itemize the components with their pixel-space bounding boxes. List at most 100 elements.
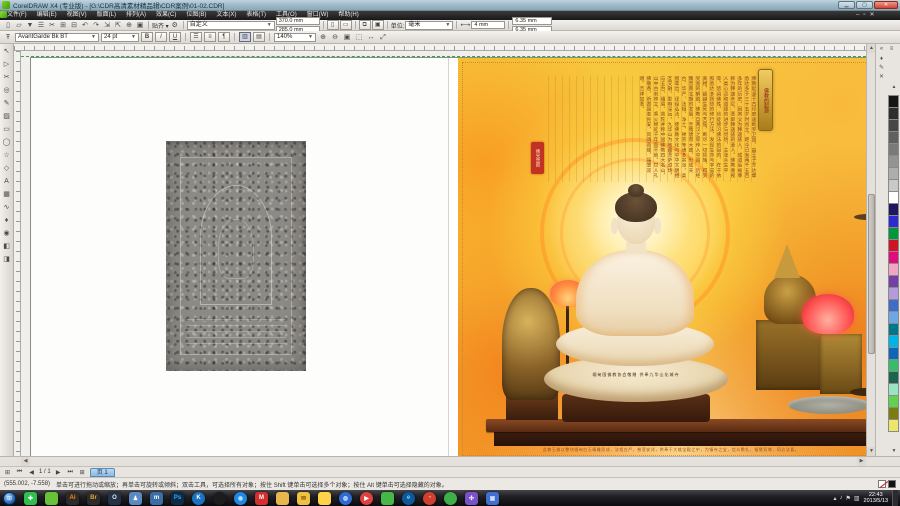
menu-item[interactable]: 视图(V)	[62, 11, 92, 20]
docker-brush-icon[interactable]: ✎	[877, 64, 886, 73]
app-360-safe[interactable]: ✚	[24, 492, 37, 505]
menu-item[interactable]: 位图(B)	[181, 11, 211, 20]
page-tab[interactable]: 页 1	[90, 468, 115, 477]
import-icon[interactable]: ⇲	[102, 21, 112, 30]
minimize-button[interactable]: ▁	[838, 1, 855, 9]
freehand-tool[interactable]: ✎	[1, 98, 13, 110]
text-tool[interactable]: A	[1, 176, 13, 188]
print-icon[interactable]: ☰	[36, 21, 46, 30]
tray-volume-icon[interactable]: ♪	[839, 495, 842, 502]
app-ie[interactable]: e	[402, 492, 415, 505]
bold-button[interactable]: B	[141, 32, 153, 42]
app-folder[interactable]	[276, 492, 289, 505]
vertical-ruler[interactable]	[14, 51, 21, 456]
menu-item[interactable]: 文本(X)	[211, 11, 241, 20]
horizontal-ruler[interactable]	[14, 44, 866, 51]
interactive-fill-tool[interactable]: ◨	[1, 254, 13, 266]
pick-tool[interactable]: ↖	[1, 46, 13, 58]
tray-up-arrow-icon[interactable]: ▴	[833, 495, 836, 502]
palette-scroll-up-icon[interactable]: ▲	[888, 84, 900, 90]
close-button[interactable]: ✕	[874, 1, 898, 9]
palette-scroll-down-icon[interactable]: ▼	[888, 448, 900, 454]
zoom-selected-icon[interactable]: ▣	[342, 33, 352, 42]
portrait-button[interactable]: ▯	[327, 20, 339, 30]
first-page-icon[interactable]: ⏮	[15, 469, 24, 476]
app-m-red[interactable]: M	[255, 492, 268, 505]
app-office[interactable]: O	[108, 492, 121, 505]
app-browser-360[interactable]: ◔	[423, 492, 436, 505]
rectangle-tool[interactable]: ▭	[1, 124, 13, 136]
docker-collapse-icon[interactable]: «	[877, 45, 886, 54]
show-desktop-button[interactable]	[892, 490, 898, 506]
shape-tool[interactable]: ▷	[1, 59, 13, 71]
doc-minimize-button[interactable]: –	[856, 11, 859, 20]
app-illustrator[interactable]: Ai	[66, 492, 79, 505]
basic-shapes-tool[interactable]: ◇	[1, 163, 13, 175]
app-my-computer[interactable]: ▣	[486, 492, 499, 505]
docker-close-icon[interactable]: ✕	[877, 73, 886, 82]
docker-menu-icon[interactable]: ≡	[887, 45, 896, 54]
units-dropdown[interactable]: 毫米▼	[405, 21, 453, 30]
app-green-circle[interactable]	[444, 492, 457, 505]
page-right-artwork[interactable]: 佛教起源于古印度迦毗罗卫国，由王子乔达摩悉达多于三十五岁时创立，距今已有两千五百…	[458, 58, 866, 456]
font-size-dropdown[interactable]: 24 pt▼	[101, 33, 139, 42]
page-spread[interactable]: 佛教起源于古印度迦毗罗卫国，由王子乔达摩悉达多于三十五岁时创立，距今已有两千五百…	[30, 57, 866, 456]
page-left[interactable]	[31, 58, 449, 456]
taskbar-clock[interactable]: 22:43 2013/5/13	[864, 492, 888, 504]
all-pages-button[interactable]: ⧉	[359, 20, 371, 30]
new-document-icon[interactable]: ▯	[3, 21, 13, 30]
alignment-button[interactable]: ☰	[190, 32, 202, 42]
app-bird-green[interactable]	[381, 492, 394, 505]
app-player[interactable]: ▶	[360, 492, 373, 505]
last-page-icon[interactable]: ⏭	[66, 469, 75, 476]
add-page-icon[interactable]: ⊞	[3, 469, 12, 476]
ellipse-tool[interactable]: ◯	[1, 137, 13, 149]
app-globe[interactable]: ◍	[339, 492, 352, 505]
app-bridge[interactable]: Br	[87, 492, 100, 505]
app-photoshop[interactable]: Ps	[171, 492, 184, 505]
app-mail[interactable]: ✉	[297, 492, 310, 505]
nudge-field[interactable]: 4 mm	[471, 21, 505, 29]
polygon-tool[interactable]: ☆	[1, 150, 13, 162]
zoom-page-width-icon[interactable]: ↔	[366, 33, 376, 42]
undo-icon[interactable]: ↶	[80, 21, 90, 30]
app-people[interactable]: ♟	[129, 492, 142, 505]
menu-item[interactable]: 编辑(E)	[32, 11, 62, 20]
blend-tool[interactable]: ∿	[1, 202, 13, 214]
menu-item[interactable]: 排列(A)	[121, 11, 151, 20]
fill-tool[interactable]: ◧	[1, 241, 13, 253]
welcome-screen-icon[interactable]: ▣	[135, 21, 145, 30]
vertical-scroll-thumb[interactable]	[868, 194, 875, 354]
app-360-leaf[interactable]	[45, 492, 58, 505]
app-folder-m[interactable]: m	[150, 492, 163, 505]
menu-item[interactable]: 帮助(H)	[333, 11, 363, 20]
eyedropper-tool[interactable]: ♦	[1, 215, 13, 227]
landscape-button[interactable]: ▭	[340, 20, 352, 30]
zoom-all-icon[interactable]: ⬚	[354, 33, 364, 42]
scroll-left-icon[interactable]: ◀	[21, 457, 30, 466]
tray-flag-icon[interactable]: ⚑	[845, 495, 850, 502]
options-icon[interactable]: ⚙	[170, 21, 180, 30]
menu-item[interactable]: 效果(C)	[151, 11, 181, 20]
zoom-out-icon[interactable]: ⊖	[330, 33, 340, 42]
drop-cap-button[interactable]: ¶	[218, 32, 230, 42]
open-icon[interactable]: ▱	[14, 21, 24, 30]
cut-icon[interactable]: ✂	[47, 21, 57, 30]
app-bird-yellow[interactable]	[318, 492, 331, 505]
zoom-level-dropdown[interactable]: 140%▼	[274, 33, 316, 42]
doc-close-button[interactable]: ✕	[869, 11, 874, 20]
font-dropdown[interactable]: AvantGarde Bk BT▼	[15, 33, 99, 42]
italic-button[interactable]: I	[155, 32, 167, 42]
table-tool[interactable]: ▦	[1, 189, 13, 201]
add-page-after-icon[interactable]: ⊞	[78, 469, 87, 476]
menu-item[interactable]: 版面(L)	[92, 11, 121, 20]
duplicate-x-field[interactable]: 6.35 mm	[512, 17, 552, 25]
export-icon[interactable]: ⇱	[113, 21, 123, 30]
doc-restore-button[interactable]: ▫	[863, 11, 865, 20]
horizontal-text-button[interactable]: ▥	[239, 32, 251, 42]
drawing-canvas[interactable]: 佛教起源于古印度迦毗罗卫国，由王子乔达摩悉达多于三十五岁时创立，距今已有两千五百…	[21, 51, 866, 456]
paper-width-field[interactable]: 370.0 mm	[276, 17, 320, 25]
app-pinwheel[interactable]: ✣	[465, 492, 478, 505]
color-swatch[interactable]	[888, 419, 899, 432]
scroll-right-icon[interactable]: ▶	[857, 457, 866, 466]
